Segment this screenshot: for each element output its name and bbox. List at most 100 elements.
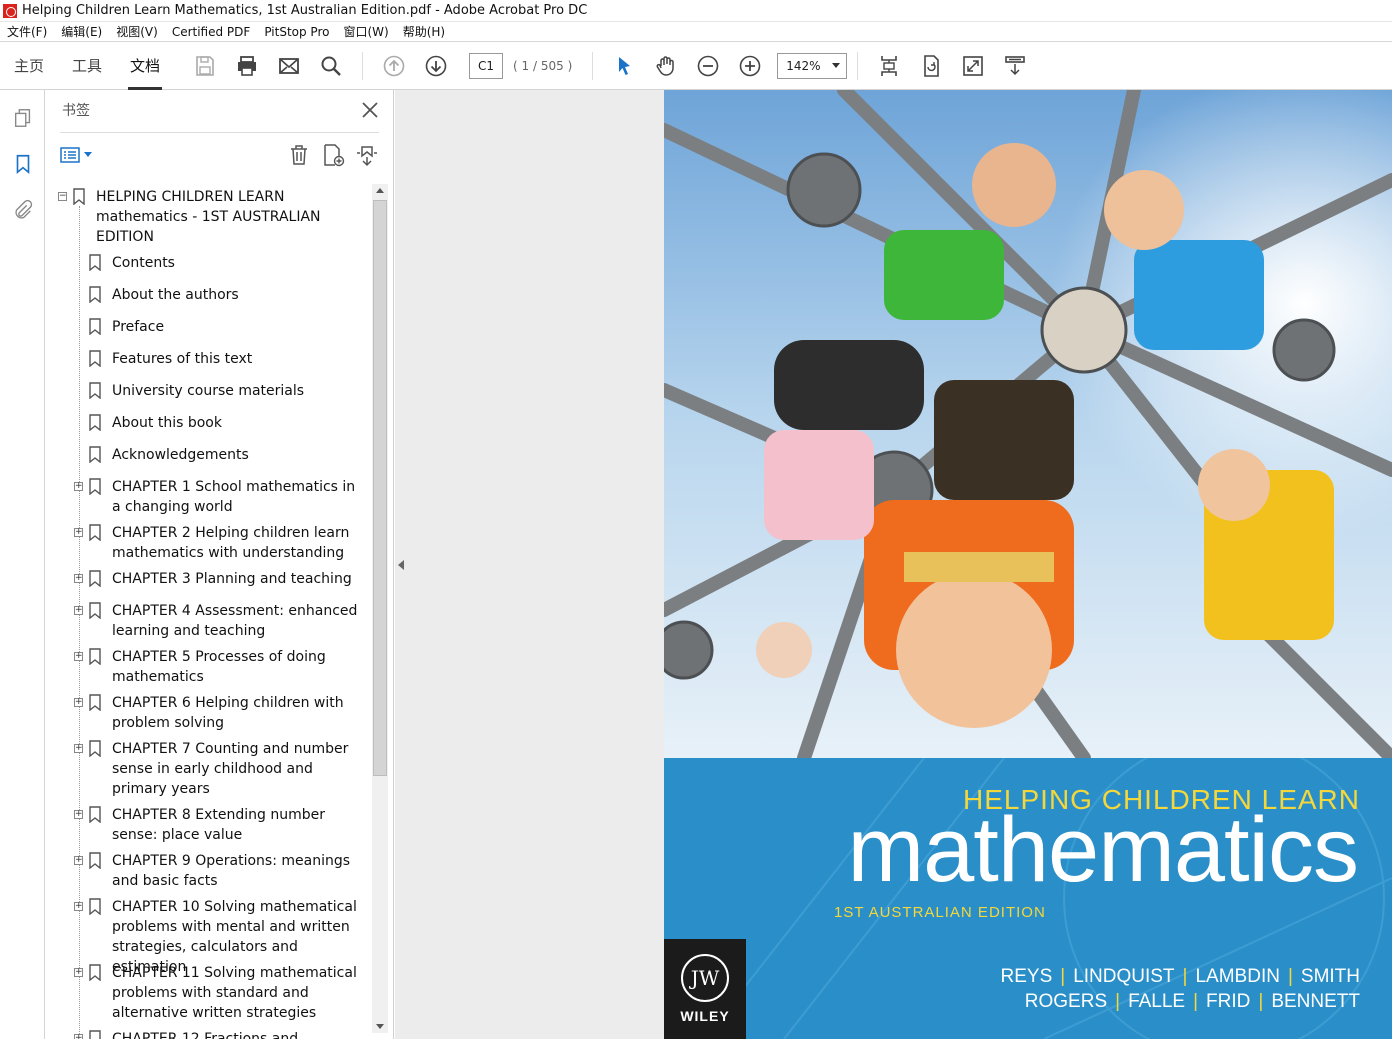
zoom-out-icon[interactable] (691, 49, 725, 83)
panel-title: 书签 (62, 103, 90, 119)
email-icon[interactable] (272, 49, 306, 83)
zoom-dropdown[interactable]: 142% (777, 52, 848, 79)
separator: | (1182, 966, 1188, 987)
expand-bookmark-icon[interactable] (355, 143, 379, 167)
bookmark-item[interactable]: University course materials (46, 375, 366, 407)
menu-view[interactable]: 视图(V) (109, 23, 165, 40)
next-page-icon[interactable] (419, 49, 453, 83)
print-icon[interactable] (230, 49, 264, 83)
rotate-view-icon[interactable] (914, 49, 948, 83)
main-toolbar: 主页 工具 文档 C1 ( 1 / 505 ) 142% (0, 42, 1392, 90)
menu-window[interactable]: 窗口(W) (336, 23, 395, 40)
expand-icon[interactable]: + (74, 574, 83, 583)
bookmark-item[interactable]: + CHAPTER 5 Processes of doing mathematic… (46, 641, 366, 687)
page-count: ( 1 / 505 ) (513, 58, 573, 73)
scroll-up-icon[interactable] (376, 188, 384, 193)
search-icon[interactable] (314, 49, 348, 83)
scroll-down-icon[interactable] (376, 1024, 384, 1029)
collapse-panel-icon[interactable] (398, 560, 404, 570)
acrobat-icon (3, 3, 17, 18)
new-bookmark-icon[interactable] (321, 143, 345, 167)
bookmark-item[interactable]: + CHAPTER 7 Counting and number sense in … (46, 733, 366, 799)
save-icon[interactable] (188, 49, 222, 83)
expand-icon[interactable]: + (74, 606, 83, 615)
cover-edition: 1ST AUSTRALIAN EDITION (834, 904, 1046, 921)
expand-icon[interactable]: + (74, 744, 83, 753)
collapse-icon[interactable]: − (58, 192, 67, 201)
bookmark-root[interactable]: − HELPING CHILDREN LEARN mathematics - 1… (46, 187, 372, 247)
bookmark-item[interactable]: + CHAPTER 3 Planning and teaching (46, 563, 366, 595)
bookmark-icon (89, 694, 101, 711)
select-cursor-icon[interactable] (607, 49, 641, 83)
previous-page-icon[interactable] (377, 49, 411, 83)
delete-bookmark-icon[interactable] (287, 143, 311, 167)
tab-document[interactable]: 文档 (116, 42, 174, 90)
bookmark-icon (89, 964, 101, 981)
attachments-icon[interactable] (0, 192, 45, 228)
separator: | (1115, 991, 1121, 1012)
expand-icon[interactable]: + (74, 902, 83, 911)
bookmark-icon (89, 852, 101, 869)
bookmark-icon (89, 478, 101, 495)
bookmark-icon (89, 446, 101, 463)
tab-tools[interactable]: 工具 (58, 42, 116, 90)
bookmark-item[interactable]: + CHAPTER 12 Fractions and decimals: (46, 1023, 366, 1039)
author-name: BENNETT (1271, 991, 1360, 1012)
menu-pitstop-pro[interactable]: PitStop Pro (257, 25, 336, 39)
expand-icon[interactable]: + (74, 856, 83, 865)
expand-icon[interactable]: + (74, 698, 83, 707)
separator: | (1193, 991, 1199, 1012)
author-name: LAMBDIN (1195, 966, 1280, 987)
expand-icon[interactable]: + (74, 810, 83, 819)
expand-icon[interactable]: + (74, 528, 83, 537)
bookmark-item[interactable]: Contents (46, 247, 366, 279)
menu-edit[interactable]: 编辑(E) (54, 23, 109, 40)
bookmark-item[interactable]: + CHAPTER 1 School mathematics in a chang… (46, 471, 366, 517)
expand-icon[interactable]: + (74, 968, 83, 977)
fit-page-icon[interactable] (872, 49, 906, 83)
expand-icon[interactable]: + (74, 1034, 83, 1039)
menu-help[interactable]: 帮助(H) (396, 23, 452, 40)
bookmark-label: Preface (112, 319, 165, 335)
bookmark-item[interactable]: + CHAPTER 9 Operations: meanings and basi… (46, 845, 366, 891)
bookmark-item[interactable]: + CHAPTER 10 Solving mathematical problem… (46, 891, 366, 975)
bookmark-item[interactable]: + CHAPTER 8 Extending number sense: place… (46, 799, 366, 845)
menu-file[interactable]: 文件(F) (0, 23, 54, 40)
bookmark-label: Contents (112, 255, 175, 271)
page-thumbnails-icon[interactable] (0, 100, 45, 136)
expand-icon[interactable]: + (74, 652, 83, 661)
cover-authors: REYS | LINDQUIST | LAMBDIN | SMITH ROGERS | FALL… (1001, 964, 1361, 1014)
bookmark-icon (89, 1030, 101, 1039)
bookmark-label: CHAPTER 9 Operations: meanings and basic… (112, 853, 351, 889)
bookmark-icon (89, 570, 101, 587)
bookmark-item[interactable]: + CHAPTER 2 Helping children learn mathem… (46, 517, 366, 563)
bookmark-item[interactable]: Acknowledgements (46, 439, 366, 471)
authors-line-2: ROGERS | FALLE | FRID | BENNETT (1001, 989, 1360, 1014)
bookmark-item[interactable]: + CHAPTER 6 Helping children with problem… (46, 687, 366, 733)
page-number-input[interactable]: C1 (469, 52, 504, 79)
menu-certified-pdf[interactable]: Certified PDF (165, 25, 258, 39)
bookmark-item[interactable]: + CHAPTER 11 Solving mathematical problem… (46, 957, 366, 1023)
bookmarks-icon[interactable] (0, 146, 45, 182)
close-icon[interactable] (361, 101, 379, 119)
bookmark-scrollbar[interactable] (372, 184, 388, 1033)
bookmark-item[interactable]: + CHAPTER 4 Assessment: enhanced learning… (46, 595, 366, 641)
options-menu-icon[interactable] (60, 146, 92, 164)
bookmark-item[interactable]: Preface (46, 311, 366, 343)
hand-tool-icon[interactable] (649, 49, 683, 83)
tab-home[interactable]: 主页 (0, 42, 58, 90)
navigation-rail (0, 90, 45, 1039)
expand-icon[interactable]: + (74, 482, 83, 491)
author-name: FALLE (1128, 991, 1186, 1012)
bookmark-icon (89, 602, 101, 619)
read-mode-icon[interactable] (998, 49, 1032, 83)
bookmark-item[interactable]: About the authors (46, 279, 366, 311)
zoom-in-icon[interactable] (733, 49, 767, 83)
bookmark-label: CHAPTER 1 School mathematics in a changi… (112, 479, 356, 515)
bookmark-label: CHAPTER 8 Extending number sense: place … (112, 807, 325, 843)
full-screen-icon[interactable] (956, 49, 990, 83)
bookmark-label: CHAPTER 3 Planning and teaching (112, 571, 352, 587)
bookmark-item[interactable]: Features of this text (46, 343, 366, 375)
scrollbar-thumb[interactable] (373, 200, 387, 776)
bookmark-item[interactable]: About this book (46, 407, 366, 439)
